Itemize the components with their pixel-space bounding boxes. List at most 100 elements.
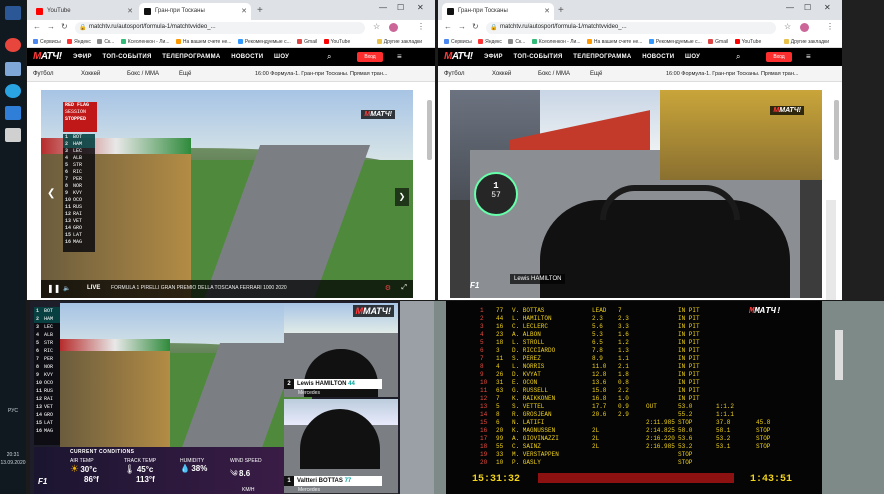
stream-title[interactable]: 16:00 Формула-1. Гран-при Тосканы. Пряма… xyxy=(255,71,387,77)
bookmark-item[interactable]: Рекомендуемые с... xyxy=(237,39,296,45)
bookmark-item[interactable]: Сервисы xyxy=(33,39,66,45)
nav-show[interactable]: ШОУ xyxy=(685,54,700,60)
volume-icon[interactable]: 🔈 xyxy=(63,285,70,292)
stream-title[interactable]: 16:00 Формула-1. Гран-при Тосканы. Пряма… xyxy=(666,71,798,77)
avatar[interactable] xyxy=(800,23,809,32)
login-button[interactable]: Вход xyxy=(766,52,792,62)
taskbar-date[interactable]: 13.09.2020 xyxy=(0,460,26,466)
bookmark-item[interactable]: Яндекс xyxy=(67,39,96,45)
back-icon[interactable]: ← xyxy=(444,22,452,31)
tab-youtube[interactable]: YouTube ✕ xyxy=(31,3,137,20)
nav-top[interactable]: ТОП-СОБЫТИЯ xyxy=(514,54,563,60)
nav-show[interactable]: ШОУ xyxy=(274,54,289,60)
telegram-icon[interactable] xyxy=(5,84,21,98)
video-player-onboard[interactable]: 1 57 Lewis HAMILTON ММАТЧ! F1 xyxy=(450,90,822,298)
bookmark-item[interactable]: Ск... xyxy=(508,39,530,45)
subnav-more[interactable]: Ещё xyxy=(179,71,191,77)
close-icon[interactable]: ✕ xyxy=(241,7,247,15)
maximize-icon[interactable]: ☐ xyxy=(804,3,811,12)
url-field[interactable]: 🔒 matchtv.ru/autosport/formula-1/matchtv… xyxy=(75,22,365,34)
settings-icon[interactable]: ⚙ xyxy=(385,284,391,292)
subnav-hockey[interactable]: Хоккей xyxy=(81,71,100,77)
input-language[interactable]: РУС xyxy=(0,408,26,414)
menu-icon[interactable]: ≡ xyxy=(397,52,402,61)
nav-live[interactable]: ЭФИР xyxy=(484,54,503,60)
nav-top[interactable]: ТОП-СОБЫТИЯ xyxy=(103,54,152,60)
menu-icon[interactable]: ⋮ xyxy=(826,22,834,31)
bookmark-item[interactable]: Рекомендуемые с... xyxy=(648,39,707,45)
nav-news[interactable]: НОВОСТИ xyxy=(642,54,674,60)
subnav-football[interactable]: Футбол xyxy=(444,71,464,77)
forward-icon[interactable]: → xyxy=(458,22,466,31)
nav-tv-program[interactable]: ТЕЛЕПРОГРАММА xyxy=(162,54,220,60)
tab-grand-prix[interactable]: Гран-при Тосканы ✕ xyxy=(139,3,251,20)
forward-icon[interactable]: → xyxy=(47,22,55,31)
multiview-main-video[interactable] xyxy=(60,303,312,447)
timing-cell-name: L. HAMILTON xyxy=(512,315,552,322)
nav-live[interactable]: ЭФИР xyxy=(73,54,92,60)
url-field[interactable]: 🔒 matchtv.ru/autosport/formula-1/matchtv… xyxy=(486,22,776,34)
skype-icon[interactable] xyxy=(5,106,21,120)
subnav-more[interactable]: Ещё xyxy=(590,71,602,77)
onboard-cam-hamilton[interactable]: ММАТЧ! 2 Lewis HAMILTON 44 Mercedes xyxy=(284,303,398,397)
minimize-icon[interactable]: — xyxy=(786,3,794,12)
bookmark-item[interactable]: На вашем счете не... xyxy=(175,39,237,45)
bookmark-item[interactable]: YouTube xyxy=(323,39,356,45)
bookmark-item[interactable]: Яндекс xyxy=(478,39,507,45)
page-scrollbar[interactable] xyxy=(427,100,432,160)
reload-icon[interactable]: ↻ xyxy=(61,22,68,31)
nav-tv-program[interactable]: ТЕЛЕПРОГРАММА xyxy=(573,54,631,60)
app-icon[interactable] xyxy=(5,62,21,76)
star-icon[interactable]: ☆ xyxy=(373,22,380,31)
matchtv-logo[interactable]: МАТЧ! xyxy=(33,51,62,62)
maximize-icon[interactable]: ☐ xyxy=(397,3,404,12)
taskbar-time[interactable]: 20:31 xyxy=(0,452,26,458)
bookmark-item[interactable]: Ксеоленкон - Ли... xyxy=(120,39,175,45)
page-scrollbar[interactable] xyxy=(834,100,839,160)
menu-icon[interactable]: ≡ xyxy=(806,52,811,61)
search-icon[interactable]: ⌕ xyxy=(327,52,331,62)
chrome-icon[interactable] xyxy=(5,38,21,52)
bookmark-item[interactable]: Gmail xyxy=(297,39,322,45)
explorer-icon[interactable] xyxy=(5,128,21,142)
subnav-football[interactable]: Футбол xyxy=(33,71,53,77)
bookmark-item[interactable]: Сервисы xyxy=(444,39,477,45)
new-tab-icon[interactable]: + xyxy=(558,5,564,16)
bookmark-item[interactable]: Ксеоленкон - Ли... xyxy=(531,39,586,45)
bookmark-item[interactable]: Gmail xyxy=(708,39,733,45)
login-button[interactable]: Вход xyxy=(357,52,383,62)
subnav-hockey[interactable]: Хоккей xyxy=(492,71,511,77)
bookmark-item[interactable]: Другие закладки xyxy=(376,39,427,45)
bookmark-item[interactable]: Ск... xyxy=(97,39,119,45)
matchtv-logo[interactable]: МАТЧ! xyxy=(444,51,473,62)
fullscreen-icon[interactable]: ⤢ xyxy=(401,284,407,292)
timing-row: 14 8 R. GROSJEAN 20.6 2.9 55.2 1:1.1 xyxy=(446,411,822,419)
close-icon[interactable]: ✕ xyxy=(127,7,133,15)
pause-icon[interactable]: ❚❚ xyxy=(47,284,60,293)
star-icon[interactable]: ☆ xyxy=(784,22,791,31)
close-window-icon[interactable]: ✕ xyxy=(824,3,831,12)
bookmark-item[interactable]: На вашем счете не... xyxy=(586,39,648,45)
avatar[interactable] xyxy=(389,23,398,32)
subnav-boxing[interactable]: Бокс / ММА xyxy=(538,71,570,77)
reload-icon[interactable]: ↻ xyxy=(472,22,479,31)
windows-start-icon[interactable] xyxy=(5,6,21,20)
next-icon[interactable]: ❯ xyxy=(395,188,409,206)
bookmark-item[interactable]: Другие закладки xyxy=(783,39,834,45)
minimize-icon[interactable]: — xyxy=(379,3,387,12)
leaderboard-position: 14 xyxy=(65,225,72,231)
search-icon[interactable]: ⌕ xyxy=(736,52,740,62)
prev-icon[interactable]: ❮ xyxy=(47,188,55,199)
timing-cell-name: A. GIOVINAZZI xyxy=(512,435,559,442)
close-icon[interactable]: ✕ xyxy=(544,7,550,15)
subnav-boxing[interactable]: Бокс / ММА xyxy=(127,71,159,77)
video-player-main[interactable]: RED FLAG SESSION STOPPED 1 BOT 2 HAM 3 LEC 4 AL… xyxy=(41,90,413,298)
bookmark-item[interactable]: YouTube xyxy=(734,39,767,45)
nav-news[interactable]: НОВОСТИ xyxy=(231,54,263,60)
onboard-cam-bottas[interactable]: 1 Valtteri BOTTAS 77 Mercedes xyxy=(284,399,398,494)
new-tab-icon[interactable]: + xyxy=(257,5,263,16)
close-window-icon[interactable]: ✕ xyxy=(417,3,424,12)
back-icon[interactable]: ← xyxy=(33,22,41,31)
tab-grand-prix[interactable]: Гран-при Тосканы ✕ xyxy=(442,3,554,20)
menu-icon[interactable]: ⋮ xyxy=(417,22,425,31)
